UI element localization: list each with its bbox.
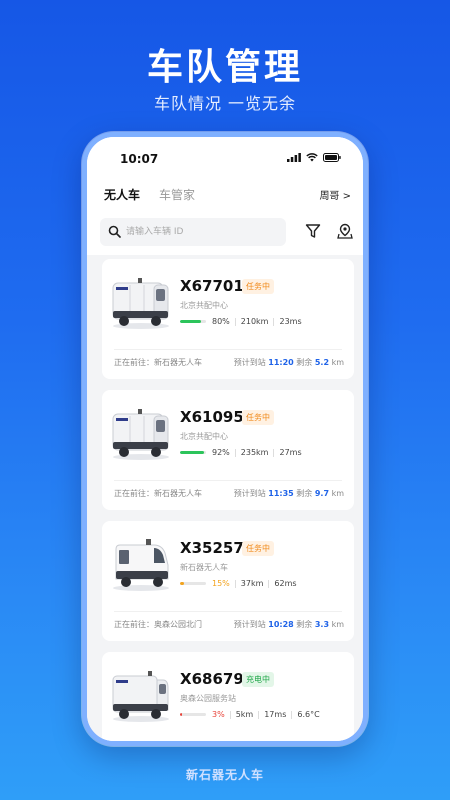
latency: 27ms <box>279 448 302 457</box>
vehicle-stats: 92% 235km 27ms <box>180 448 302 457</box>
vehicle-location: 北京共配中心 <box>180 432 228 441</box>
vehicle-card[interactable]: X68679 充电中 奥森公园服务站 3% 5km 17ms 6.6°C <box>102 652 354 741</box>
remain-value: 3.3 <box>314 620 330 629</box>
battery-bar-fill <box>180 713 183 716</box>
card-divider <box>114 480 342 481</box>
user-menu[interactable]: 周哥 > <box>319 187 351 202</box>
distance: 37km <box>240 579 264 588</box>
vehicle-plate: X67701 <box>180 277 244 295</box>
temperature: 6.6°C <box>297 710 320 719</box>
vehicle-plate: X35257 <box>180 539 244 557</box>
remain-value: 9.7 <box>314 489 330 498</box>
distance: 210km <box>240 317 269 326</box>
vehicle-plate: X68679 <box>180 670 244 688</box>
eta-info: 预计到站 11:35 剩余 9.7 km <box>234 488 344 499</box>
vehicle-plate: X61095 <box>180 408 244 426</box>
eta-time: 10:28 <box>268 620 294 629</box>
status-time: 10:07 <box>120 152 159 166</box>
signal-icon <box>287 153 301 162</box>
phone-frame: 10:07 无人车 车管家 周哥 > 请输入车辆 ID X67701 任务中 北… <box>82 132 368 746</box>
status-badge: 任务中 <box>242 541 274 556</box>
eta-info: 预计到站 10:28 剩余 3.3 km <box>234 619 344 630</box>
vehicle-location: 新石器无人车 <box>180 563 228 572</box>
search-icon <box>108 225 121 238</box>
destination: 正在前往：新石器无人车 <box>114 489 202 498</box>
separator <box>291 710 293 719</box>
passenger-vehicle-image <box>113 539 169 591</box>
eta-label: 预计到站 <box>233 358 266 367</box>
map-pin-icon[interactable] <box>337 223 353 239</box>
brand-footer: 新石器无人车 <box>185 768 264 782</box>
remain-label: 剩余 <box>296 358 313 367</box>
status-icons <box>287 153 341 162</box>
battery-bar <box>180 582 206 585</box>
separator <box>234 317 236 326</box>
filter-icon[interactable] <box>305 223 321 239</box>
delivery-vehicle-image <box>112 278 169 329</box>
remain-label: 剩余 <box>296 620 313 629</box>
separator <box>273 317 275 326</box>
delivery-vehicle-image <box>112 409 169 460</box>
battery-percent: 80% <box>212 317 230 326</box>
search-input[interactable] <box>126 223 276 241</box>
eta-label: 预计到站 <box>233 620 266 629</box>
hero-title: 车队管理 <box>146 47 303 88</box>
status-badge: 任务中 <box>242 410 274 425</box>
eta-info: 预计到站 11:20 剩余 5.2 km <box>234 357 344 368</box>
battery-bar <box>180 451 206 454</box>
delivery-vehicle-image <box>112 671 169 722</box>
vehicle-stats: 3% 5km 17ms 6.6°C <box>180 710 320 719</box>
eta-time: 11:20 <box>268 358 294 367</box>
remain-label: 剩余 <box>296 489 313 498</box>
battery-bar <box>180 713 206 716</box>
destination: 正在前往：新石器无人车 <box>114 358 202 367</box>
vehicle-stats: 80% 210km 23ms <box>180 317 302 326</box>
remain-value: 5.2 <box>314 358 330 367</box>
battery-bar-fill <box>180 320 201 323</box>
latency: 62ms <box>274 579 297 588</box>
battery-percent: 3% <box>212 710 225 719</box>
top-bar: 无人车 车管家 周哥 > <box>87 181 363 211</box>
separator <box>234 579 236 588</box>
tab-vehicle-manager[interactable]: 车管家 <box>159 186 195 203</box>
separator <box>258 710 260 719</box>
status-badge: 充电中 <box>242 672 274 687</box>
latency: 17ms <box>264 710 287 719</box>
vehicle-location: 奥森公园服务站 <box>180 694 236 703</box>
battery-bar-fill <box>180 582 184 585</box>
search-box[interactable] <box>100 218 286 246</box>
status-badge: 任务中 <box>242 279 274 294</box>
vehicle-card[interactable]: X67701 任务中 北京共配中心 80% 210km 23ms 正在前往：新石… <box>102 259 354 379</box>
separator <box>229 710 231 719</box>
card-divider <box>114 611 342 612</box>
eta-time: 11:35 <box>268 489 294 498</box>
battery-percent: 15% <box>212 579 230 588</box>
vehicle-card[interactable]: X35257 任务中 新石器无人车 15% 37km 62ms 正在前往：奥森公… <box>102 521 354 641</box>
hero-subtitle: 车队情况 一览无余 <box>153 94 297 113</box>
wifi-icon <box>306 153 318 162</box>
app-screen: 10:07 无人车 车管家 周哥 > 请输入车辆 ID X67701 任务中 北… <box>87 137 363 741</box>
destination: 正在前往：奥森公园北门 <box>114 620 202 629</box>
battery-bar-fill <box>180 451 204 454</box>
remain-unit: km <box>331 358 344 367</box>
separator <box>273 448 275 457</box>
latency: 23ms <box>279 317 302 326</box>
separator <box>234 448 236 457</box>
vehicle-stats: 15% 37km 62ms <box>180 579 297 588</box>
remain-unit: km <box>331 489 344 498</box>
eta-label: 预计到站 <box>233 489 266 498</box>
tab-unmanned-vehicle[interactable]: 无人车 <box>104 186 140 203</box>
vehicle-location: 北京共配中心 <box>180 301 228 310</box>
battery-percent: 92% <box>212 448 230 457</box>
card-divider <box>114 349 342 350</box>
battery-bar <box>180 320 206 323</box>
remain-unit: km <box>331 620 344 629</box>
status-bar: 10:07 <box>87 137 363 181</box>
battery-icon <box>323 153 341 162</box>
search-row <box>87 211 363 255</box>
distance: 235km <box>240 448 269 457</box>
separator <box>268 579 270 588</box>
vehicle-card[interactable]: X61095 任务中 北京共配中心 92% 235km 27ms 正在前往：新石… <box>102 390 354 510</box>
distance: 5km <box>235 710 254 719</box>
